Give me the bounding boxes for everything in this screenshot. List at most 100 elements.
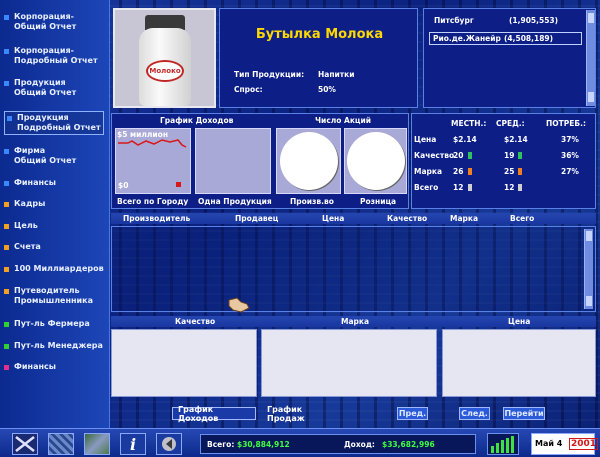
sidebar-item-10[interactable]: Путеводитель Промышленника <box>4 286 104 306</box>
back-arrow-icon[interactable] <box>156 433 182 455</box>
city-list-panel: Питсбург (1,905,553) Рио.де.Жанейр (4,50… <box>423 8 596 108</box>
sidebar-item-label: Финансы <box>14 178 56 187</box>
sidebar-bullet-icon <box>4 81 9 86</box>
date-display: Май 4 2001 <box>531 433 599 455</box>
stats-quality-consumer: 36% <box>561 151 579 160</box>
compare-col-quality[interactable]: Качество <box>175 317 215 326</box>
sidebar-bullet-icon <box>4 267 9 272</box>
sidebar-item-11[interactable]: Пут-ль Фермера <box>4 319 104 329</box>
sidebar-item-8[interactable]: Счета <box>4 242 104 252</box>
sidebar-item-12[interactable]: Пут-ль Менеджера <box>4 341 104 351</box>
stats-row-label: Качество <box>414 151 455 160</box>
stats-price-avg: $2.14 <box>504 135 528 144</box>
sidebar-bullet-icon <box>4 365 9 370</box>
shares-retail-pie <box>347 132 405 190</box>
sidebar-bullet-icon <box>4 49 9 54</box>
sidebar-item-label: Счета <box>14 242 41 251</box>
compare-col-brand[interactable]: Марка <box>341 317 369 326</box>
col-quality[interactable]: Качество <box>387 214 427 223</box>
date-year: 2001 <box>569 438 599 450</box>
city-list-scrollbar[interactable] <box>586 10 595 106</box>
income-chart-button[interactable]: График Доходов <box>172 405 256 423</box>
sidebar-bullet-icon <box>4 149 9 154</box>
sidebar-item-label: Продукция Подробный Отчет <box>17 113 101 132</box>
sidebar-item-2[interactable]: Продукция Общий Отчет <box>4 78 104 98</box>
sidebar-item-label: Корпорация- Подробный Отчет <box>14 46 98 65</box>
bottle-label: Молоко <box>146 60 184 82</box>
date-month: Май 4 <box>535 439 563 448</box>
stats-quality-local-bar <box>468 152 472 159</box>
sidebar-bullet-icon <box>4 181 9 186</box>
stats-total-local: 12 <box>453 183 464 192</box>
stats-quality-avg-bar <box>518 152 522 159</box>
income-product-chart <box>195 128 271 194</box>
sellers-scroll-thumb-bottom[interactable] <box>586 296 592 306</box>
sidebar-item-label: Финансы <box>14 362 56 371</box>
sidebar-item-13[interactable]: Финансы <box>4 362 104 372</box>
sidebar-item-7[interactable]: Цель <box>4 221 104 231</box>
sidebar-item-0[interactable]: Корпорация- Общий Отчет <box>4 12 104 32</box>
city-scroll-thumb[interactable] <box>588 13 594 23</box>
sidebar-item-6[interactable]: Кадры <box>4 199 104 209</box>
col-producer[interactable]: Производитель <box>123 214 190 223</box>
sidebar-bullet-icon <box>4 15 9 20</box>
city-name: Рио.де.Жанейр <box>433 34 501 43</box>
stats-header-consumer: ПОТРЕБ.: <box>546 119 586 128</box>
sellers-scrollbar[interactable] <box>584 229 593 309</box>
col-brand[interactable]: Марка <box>450 214 478 223</box>
sidebar-item-9[interactable]: 100 Миллиардеров <box>4 264 104 274</box>
world-map-icon[interactable] <box>84 433 110 455</box>
city-item-pittsburgh[interactable]: Питсбург (1,905,553) <box>431 15 584 27</box>
sidebar-item-1[interactable]: Корпорация- Подробный Отчет <box>4 46 104 66</box>
stats-brand-local: 26 <box>453 167 464 176</box>
stats-price-consumer: 37% <box>561 135 579 144</box>
compare-price-list[interactable] <box>442 329 596 397</box>
stats-quality-local: 20 <box>453 151 464 160</box>
shares-production-pie <box>280 132 338 190</box>
col-total[interactable]: Всего <box>510 214 534 223</box>
speed-bars-icon[interactable] <box>487 433 519 455</box>
stats-total-local-bar <box>468 184 472 191</box>
stats-brand-avg-bar <box>518 168 522 175</box>
info-icon-glyph: i <box>129 434 137 454</box>
compare-col-price[interactable]: Цена <box>508 317 530 326</box>
total-value: $30,884,912 <box>237 440 290 449</box>
info-icon[interactable]: i <box>120 433 146 455</box>
sales-chart-button[interactable]: График Продаж <box>262 405 338 423</box>
col-price[interactable]: Цена <box>322 214 344 223</box>
stats-brand-local-bar <box>468 168 472 175</box>
income-label: Доход: <box>344 440 375 449</box>
stats-header-local: МЕСТН.: <box>451 119 487 128</box>
compare-brand-list[interactable] <box>261 329 437 397</box>
prev-button[interactable]: Пред. <box>397 407 428 420</box>
sidebar-item-label: Пут-ль Менеджера <box>14 341 103 350</box>
shares-retail-pie-box <box>344 128 407 194</box>
city-scroll-thumb-bottom[interactable] <box>588 92 594 102</box>
charts-panel: График Доходов Число Акций $5 миллион $0… <box>111 113 409 209</box>
stats-total-avg: 12 <box>504 183 515 192</box>
compare-quality-list[interactable] <box>111 329 257 397</box>
shares-production-pie-box <box>276 128 341 194</box>
stats-quality-avg: 19 <box>504 151 515 160</box>
sidebar-item-label: Путеводитель Промышленника <box>14 286 93 305</box>
col-seller[interactable]: Продавец <box>235 214 278 223</box>
sellers-scroll-thumb-top[interactable] <box>586 231 592 241</box>
income-chart-title: График Доходов <box>160 116 234 125</box>
tools-icon[interactable] <box>12 433 38 455</box>
demand-value: 50% <box>318 85 336 94</box>
stats-panel: МЕСТН.: СРЕД.: ПОТРЕБ.: Цена $2.14 $2.14… <box>411 113 596 209</box>
city-item-rio[interactable]: Рио.де.Жанейр (4,508,189) <box>429 32 582 45</box>
sidebar-item-3[interactable]: Продукция Подробный Отчет <box>4 111 104 135</box>
stats-total-avg-bar <box>518 184 522 191</box>
product-image: Молоко <box>113 8 216 108</box>
next-button[interactable]: След. <box>459 407 490 420</box>
sellers-table-header: Производитель Продавец Цена Качество Мар… <box>111 213 596 224</box>
sidebar-item-4[interactable]: Фирма Общий Отчет <box>4 146 104 166</box>
total-label: Всего: <box>207 440 235 449</box>
sellers-table-body <box>111 226 596 313</box>
sidebar-item-5[interactable]: Финансы <box>4 178 104 188</box>
go-button[interactable]: Перейти <box>503 407 545 420</box>
compare-table-header: Качество Марка Цена <box>111 316 596 327</box>
demand-label: Спрос: <box>234 85 263 94</box>
map-grid-icon[interactable] <box>48 433 74 455</box>
